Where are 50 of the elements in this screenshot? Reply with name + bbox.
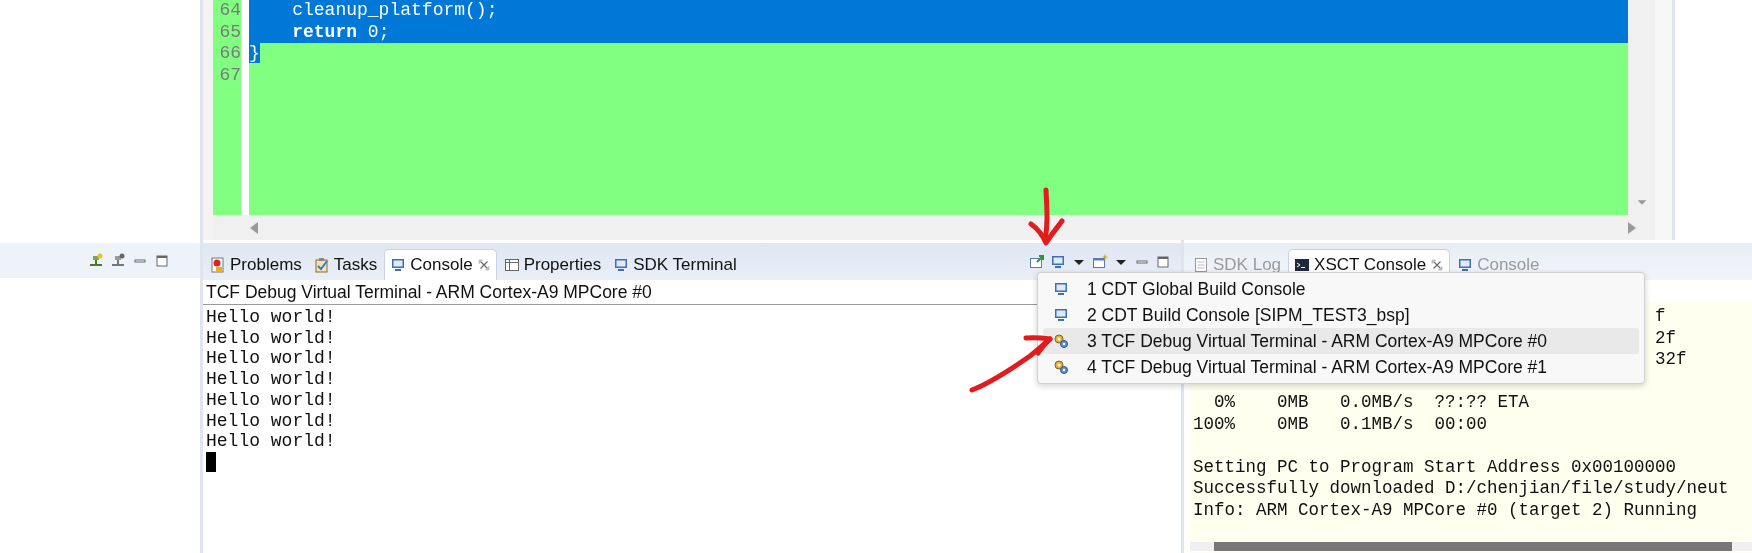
console-output-line: 32f xyxy=(1655,349,1687,369)
clipboard-icon xyxy=(313,256,330,273)
menu-item[interactable]: 3 TCF Debug Virtual Terminal - ARM Cortex-A9 MPCore #0 xyxy=(1043,328,1639,354)
console-output-line: Hello world! xyxy=(206,327,336,349)
console-output-line: 0% 0MB 0.0MB/s ??:?? ETA xyxy=(1213,392,1531,414)
view-tab[interactable]: Properties xyxy=(498,249,607,280)
console-output-line: Setting PC to Program Start Address 0x00100000 xyxy=(1193,456,1678,478)
view-tab[interactable]: Tasks xyxy=(308,249,383,280)
cog-icon xyxy=(1053,333,1069,349)
monitor-icon xyxy=(613,256,630,273)
link-add-icon[interactable] xyxy=(88,252,104,269)
table-icon xyxy=(503,256,520,273)
maximize-icon[interactable] xyxy=(1155,253,1171,270)
console-output-line: f xyxy=(1655,306,1666,326)
view-tab[interactable]: Console xyxy=(384,249,497,280)
menu-item[interactable]: 4 TCF Debug Virtual Terminal - ARM Cortex-A9 MPCore #1 xyxy=(1043,354,1639,380)
cog-icon xyxy=(1053,359,1069,375)
line-number: 65 xyxy=(218,21,241,43)
monitor-icon xyxy=(1457,256,1474,273)
monitor-icon xyxy=(1053,307,1069,323)
monitor-icon xyxy=(390,257,407,273)
link-remove-icon[interactable] xyxy=(110,252,126,269)
console-output-line: Hello world! xyxy=(206,431,336,452)
console-output-line: Info: ARM Cortex-A9 MPCore #0 (target 2) Running xyxy=(1193,499,1699,521)
window-arrow-icon[interactable] xyxy=(1029,253,1045,270)
close-icon[interactable] xyxy=(476,258,491,272)
error-list-icon xyxy=(210,256,226,273)
line-number: 64 xyxy=(218,0,241,22)
console-output-line: Successfully downloaded D:/chenjian/file/study/neut xyxy=(1193,478,1730,500)
view-tab[interactable]: SDK Terminal xyxy=(608,249,742,280)
menu-item[interactable]: 2 CDT Build Console [SIPM_TEST3_bsp] xyxy=(1043,302,1639,328)
code-area[interactable]: cleanup_platform(); return 0; } xyxy=(249,0,1628,215)
close-icon[interactable] xyxy=(1430,258,1445,272)
new-window-icon[interactable] xyxy=(1092,253,1108,270)
monitor-icon xyxy=(1053,281,1069,297)
monitor-icon[interactable] xyxy=(1050,253,1066,270)
console-output-line: Hello world! xyxy=(206,410,336,432)
scroll-right-arrow-icon[interactable] xyxy=(1627,220,1637,235)
line-number: 66 xyxy=(218,43,241,65)
scroll-left-arrow-icon[interactable] xyxy=(249,220,259,235)
console-output-line: 2f xyxy=(1655,327,1677,348)
console-output-line: Hello world! xyxy=(206,369,336,390)
line-number: 67 xyxy=(218,64,241,86)
console-output-line: Hello world! xyxy=(206,307,336,328)
view-tab[interactable]: Problems xyxy=(205,249,307,280)
console-output-line: 100% 0MB 0.1MB/s 00:00 xyxy=(1193,413,1489,435)
maximize-icon[interactable] xyxy=(154,252,170,269)
console-output-line: Hello world! xyxy=(206,389,336,411)
console-output-line: Hello world! xyxy=(206,348,336,370)
text-cursor xyxy=(206,451,216,472)
